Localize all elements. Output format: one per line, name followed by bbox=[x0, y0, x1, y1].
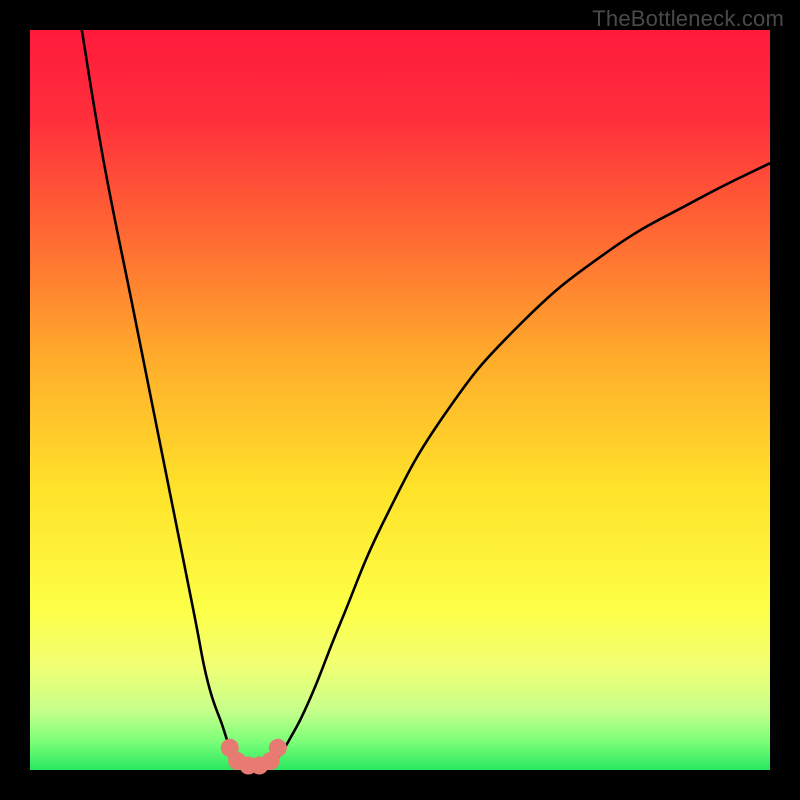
curves-layer bbox=[30, 30, 770, 770]
chart-root: TheBottleneck.com bbox=[0, 0, 800, 800]
watermark-text: TheBottleneck.com bbox=[592, 6, 784, 32]
marker-dots bbox=[221, 739, 287, 775]
plot-area bbox=[30, 30, 770, 770]
marker-dot bbox=[269, 739, 287, 757]
right-curve bbox=[274, 163, 770, 762]
left-curve bbox=[82, 30, 237, 763]
